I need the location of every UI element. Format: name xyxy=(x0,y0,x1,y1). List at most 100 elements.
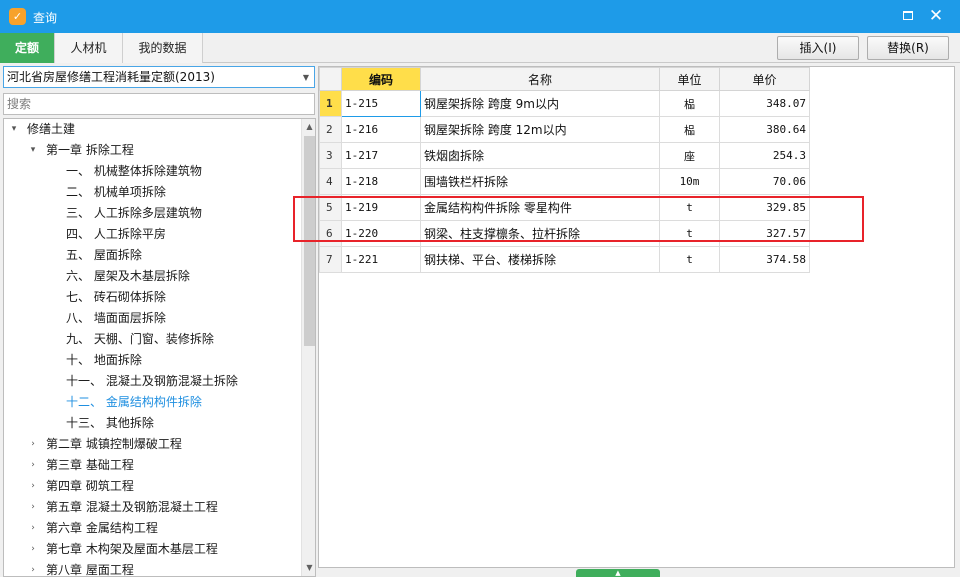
tree-item[interactable]: ▾ 第一章 拆除工程 xyxy=(4,140,300,161)
tree-item[interactable]: › 第三章 基础工程 xyxy=(4,455,300,476)
row-price[interactable]: 254.3 xyxy=(719,142,810,169)
maximize-button[interactable] xyxy=(898,6,918,26)
tree-item[interactable]: 十、 地面拆除 xyxy=(4,350,300,371)
row-name[interactable]: 铁烟囱拆除 xyxy=(420,142,660,169)
row-unit[interactable]: 榀 xyxy=(659,116,720,143)
toolbar: 定额 人材机 我的数据 插入(I) 替换(R) xyxy=(0,33,960,63)
row-code[interactable]: 1-220 xyxy=(341,220,421,247)
tree-item[interactable]: 十三、 其他拆除 xyxy=(4,413,300,434)
tree-item[interactable]: 二、 机械单项拆除 xyxy=(4,182,300,203)
expand-closed-icon[interactable]: › xyxy=(27,476,39,497)
table-row[interactable]: 4 1-218 围墙铁栏杆拆除 10m 70.06 xyxy=(319,168,810,195)
tree-item[interactable]: › 第七章 木构架及屋面木基层工程 xyxy=(4,539,300,560)
tab-my-data[interactable]: 我的数据 xyxy=(123,33,203,63)
tab-labor-materials[interactable]: 人材机 xyxy=(55,33,123,63)
tree-item[interactable]: 一、 机械整体拆除建筑物 xyxy=(4,161,300,182)
row-code[interactable]: 1-215 xyxy=(341,90,421,117)
tree-item-label: 第五章 混凝土及钢筋混凝土工程 xyxy=(46,500,218,514)
tree-item[interactable]: 六、 屋架及木基层拆除 xyxy=(4,266,300,287)
table-row[interactable]: 1 1-215 钢屋架拆除 跨度 9m以内 榀 348.07 xyxy=(319,90,810,117)
tree-item[interactable]: 十一、 混凝土及钢筋混凝土拆除 xyxy=(4,371,300,392)
row-number: 7 xyxy=(319,246,342,273)
expand-open-icon[interactable]: ▾ xyxy=(27,140,39,161)
tree-item-label: 第三章 基础工程 xyxy=(46,458,134,472)
dataset-select[interactable]: 河北省房屋修缮工程消耗量定额(2013) ▼ xyxy=(3,66,315,88)
row-number: 3 xyxy=(319,142,342,169)
row-price[interactable]: 327.57 xyxy=(719,220,810,247)
tree-item[interactable]: ▾ 修缮土建 xyxy=(4,119,300,140)
tree-item[interactable]: › 第八章 屋面工程 xyxy=(4,560,300,576)
tree-item[interactable]: 五、 屋面拆除 xyxy=(4,245,300,266)
splitter-handle[interactable]: ▲ xyxy=(576,569,660,577)
tree-scrollbar[interactable]: ▲ ▼ xyxy=(301,119,315,576)
results-grid: 编码 名称 单位 单价 1 1-215 钢屋架拆除 跨度 9m以内 榀 348.… xyxy=(319,67,810,273)
chevron-down-icon: ▼ xyxy=(302,73,309,82)
column-header-unit[interactable]: 单位 xyxy=(659,67,720,91)
row-price[interactable]: 374.58 xyxy=(719,246,810,273)
row-unit[interactable]: 10m xyxy=(659,168,720,195)
tree-item[interactable]: 四、 人工拆除平房 xyxy=(4,224,300,245)
expand-closed-icon[interactable]: › xyxy=(27,434,39,455)
table-row[interactable]: 7 1-221 钢扶梯、平台、楼梯拆除 t 374.58 xyxy=(319,246,810,273)
row-name[interactable]: 钢屋架拆除 跨度 12m以内 xyxy=(420,116,660,143)
tree-item[interactable]: 七、 砖石砌体拆除 xyxy=(4,287,300,308)
column-header-name[interactable]: 名称 xyxy=(420,67,660,91)
chapter-tree: ▾ 修缮土建 ▾ 第一章 拆除工程一、 机械整体拆除建筑物 二、 机械单项拆除 三、 人工… xyxy=(3,118,316,577)
row-unit[interactable]: t xyxy=(659,194,720,221)
tree-item[interactable]: › 第六章 金属结构工程 xyxy=(4,518,300,539)
row-price[interactable]: 70.06 xyxy=(719,168,810,195)
row-unit[interactable]: t xyxy=(659,246,720,273)
tree-item-label: 四、 人工拆除平房 xyxy=(66,227,166,241)
tree-item[interactable]: 十二、 金属结构构件拆除 xyxy=(4,392,300,413)
tree-item[interactable]: › 第二章 城镇控制爆破工程 xyxy=(4,434,300,455)
close-button[interactable]: ✕ xyxy=(926,6,946,26)
row-code[interactable]: 1-219 xyxy=(341,194,421,221)
row-price[interactable]: 380.64 xyxy=(719,116,810,143)
column-header-code[interactable]: 编码 xyxy=(341,67,421,91)
expand-closed-icon[interactable]: › xyxy=(27,455,39,476)
table-row[interactable]: 3 1-217 铁烟囱拆除 座 254.3 xyxy=(319,142,810,169)
row-price[interactable]: 329.85 xyxy=(719,194,810,221)
row-unit[interactable]: t xyxy=(659,220,720,247)
tree-item[interactable]: › 第五章 混凝土及钢筋混凝土工程 xyxy=(4,497,300,518)
tree-item-label: 第一章 拆除工程 xyxy=(46,143,134,157)
row-unit[interactable]: 榀 xyxy=(659,90,720,117)
row-price[interactable]: 348.07 xyxy=(719,90,810,117)
row-unit[interactable]: 座 xyxy=(659,142,720,169)
tab-quota[interactable]: 定额 xyxy=(0,33,55,63)
expand-open-icon[interactable]: ▾ xyxy=(8,119,20,140)
expand-closed-icon[interactable]: › xyxy=(27,518,39,539)
insert-button[interactable]: 插入(I) xyxy=(777,36,859,60)
tree-item-label: 六、 屋架及木基层拆除 xyxy=(66,269,190,283)
table-row[interactable]: 5 1-219 金属结构构件拆除 零星构件 t 329.85 xyxy=(319,194,810,221)
expand-closed-icon[interactable]: › xyxy=(27,560,39,576)
tree-item[interactable]: 九、 天棚、门窗、装修拆除 xyxy=(4,329,300,350)
row-number: 5 xyxy=(319,194,342,221)
row-code[interactable]: 1-216 xyxy=(341,116,421,143)
expand-closed-icon[interactable]: › xyxy=(27,539,39,560)
tree-item-label: 九、 天棚、门窗、装修拆除 xyxy=(66,332,214,346)
expand-closed-icon[interactable]: › xyxy=(27,497,39,518)
tree-item[interactable]: 三、 人工拆除多层建筑物 xyxy=(4,203,300,224)
row-name[interactable]: 金属结构构件拆除 零星构件 xyxy=(420,194,660,221)
tree-item-label: 十二、 金属结构构件拆除 xyxy=(66,395,202,409)
row-number: 6 xyxy=(319,220,342,247)
row-name[interactable]: 钢屋架拆除 跨度 9m以内 xyxy=(420,90,660,117)
column-header-price[interactable]: 单价 xyxy=(719,67,810,91)
scroll-down-icon[interactable]: ▼ xyxy=(302,560,315,576)
replace-button[interactable]: 替换(R) xyxy=(867,36,949,60)
row-code[interactable]: 1-218 xyxy=(341,168,421,195)
search-input[interactable] xyxy=(3,93,315,115)
tree-item[interactable]: › 第四章 砌筑工程 xyxy=(4,476,300,497)
table-row[interactable]: 6 1-220 钢梁、柱支撑檩条、拉杆拆除 t 327.57 xyxy=(319,220,810,247)
scroll-thumb[interactable] xyxy=(304,136,315,346)
row-code[interactable]: 1-217 xyxy=(341,142,421,169)
row-name[interactable]: 围墙铁栏杆拆除 xyxy=(420,168,660,195)
table-row[interactable]: 2 1-216 钢屋架拆除 跨度 12m以内 榀 380.64 xyxy=(319,116,810,143)
tree-item-label: 十、 地面拆除 xyxy=(66,353,142,367)
row-code[interactable]: 1-221 xyxy=(341,246,421,273)
row-name[interactable]: 钢梁、柱支撑檩条、拉杆拆除 xyxy=(420,220,660,247)
tree-item[interactable]: 八、 墙面面层拆除 xyxy=(4,308,300,329)
scroll-up-icon[interactable]: ▲ xyxy=(302,119,315,135)
row-name[interactable]: 钢扶梯、平台、楼梯拆除 xyxy=(420,246,660,273)
